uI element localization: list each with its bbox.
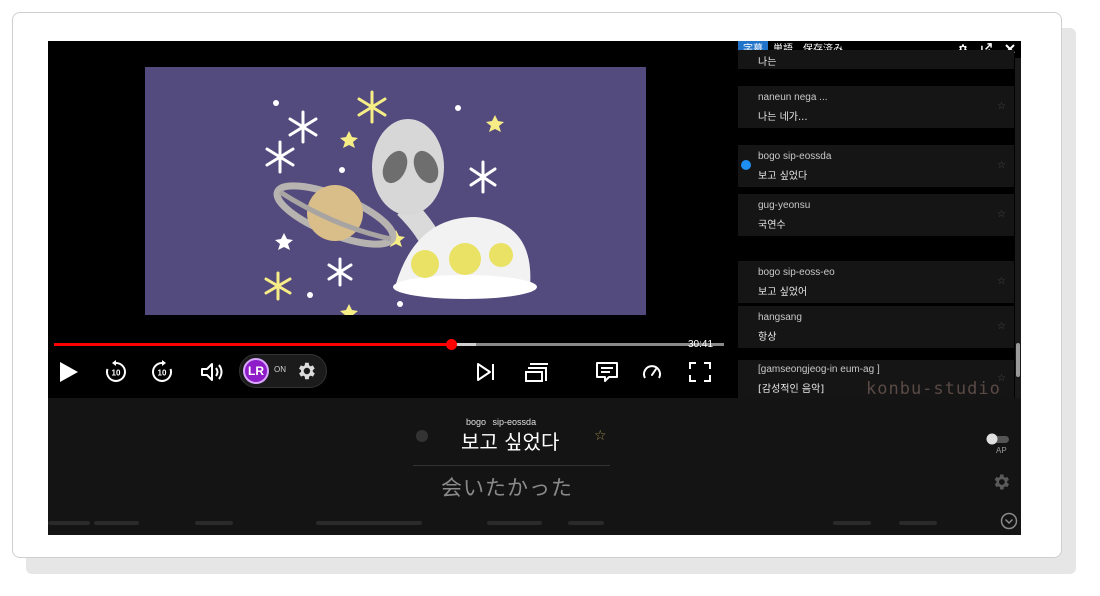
list-item-roman: [gamseongjeog-in eum-ag ] [758,364,880,375]
fullscreen-icon [689,362,711,382]
next-button[interactable] [473,359,499,385]
list-item-korean: 보고 싶었어 [758,287,808,298]
gear-icon [994,474,1009,490]
timeline-segment [568,521,604,525]
duration-label: 30:41 [688,339,714,350]
subtitles-button[interactable] [593,359,621,385]
skip-next-icon [477,363,494,381]
expand-button[interactable] [999,511,1019,531]
star-icon[interactable]: ☆ [997,101,1006,112]
subtitle-settings-button[interactable] [990,471,1012,493]
forward-10-icon: 10 [152,360,172,382]
panel-scrollbar-thumb[interactable] [1016,343,1020,377]
star-icon[interactable]: ☆ [997,160,1006,171]
queue-icon [525,363,548,382]
video-player: 30:41 10 10 LR ON 나는 naneun nega ... 나는 … [48,41,1021,535]
list-item-roman: hangsang [758,312,802,323]
list-item-korean: 항상 [758,332,777,343]
subtitles-icon [596,362,618,382]
list-item-korean: 보고 싶었다 [758,171,808,182]
list-item[interactable]: bogo sip-eoss-eo 보고 싶었어 ☆ [738,261,1014,303]
star-icon[interactable]: ☆ [997,321,1006,332]
current-translation[interactable]: 会いたかった [441,472,573,502]
rewind-10-button[interactable]: 10 [103,359,129,385]
list-item[interactable]: gug-yeonsu 국연수 ☆ [738,194,1014,236]
subtitle-display: bogo sip-eossda 보고 싶었다 ☆ 会いたかった [48,398,1021,535]
list-item-roman: bogo sip-eoss-eo [758,267,835,278]
video-illustration [264,90,537,315]
timeline-segment [487,521,542,525]
list-item[interactable]: naneun nega ... 나는 네가... ☆ [738,86,1014,128]
list-item[interactable]: 나는 [738,50,1014,69]
star-icon[interactable]: ☆ [997,209,1006,220]
progress-played [54,343,452,346]
list-item-korean: 나는 네가... [758,112,808,123]
play-line-icon[interactable] [416,430,428,442]
lr-on-label: ON [274,365,286,374]
chevron-down-icon [1000,512,1018,530]
timeline-segment [94,521,139,525]
list-item-roman: naneun nega ... [758,92,828,103]
subtitle-divider [413,465,610,466]
timeline-segment [195,521,233,525]
video-frame[interactable] [145,67,646,315]
star-icon[interactable]: ☆ [997,276,1006,287]
volume-button[interactable] [199,359,227,385]
playing-indicator-icon [741,160,751,170]
autoplay-label: AP [996,446,1007,455]
watermark: konbu-studio [866,379,1001,399]
svg-text:10: 10 [112,369,121,378]
list-item-roman: bogo sip-eossda [758,151,832,162]
list-item-korean: 국연수 [758,220,786,231]
autoplay-toggle[interactable] [986,430,1010,445]
speed-icon [643,365,661,379]
timeline-segment [899,521,937,525]
volume-icon [201,363,223,381]
subtitle-panel: 字幕 単語 保存済み 나는 naneun nega ... 나 [738,41,1021,398]
progress-bar[interactable] [54,339,724,350]
playlist-button[interactable] [523,359,551,385]
forward-10-button[interactable]: 10 [149,359,175,385]
star-icon[interactable]: ☆ [594,428,607,444]
fullscreen-button[interactable] [686,359,714,385]
progress-knob[interactable] [446,339,458,350]
list-item-current[interactable]: bogo sip-eossda 보고 싶었다 ☆ [738,145,1014,187]
toggle-switch-icon [986,433,1009,445]
subtitle-list: 나는 naneun nega ... 나는 네가... ☆ bogo sip-e… [738,50,1014,398]
current-subtitle[interactable]: 보고 싶었다 [461,426,559,455]
lr-badge: LR [243,358,269,384]
play-icon [60,362,78,382]
play-button[interactable] [56,359,82,385]
list-item-roman: gug-yeonsu [758,200,811,211]
list-item[interactable]: hangsang 항상 ☆ [738,306,1014,348]
timeline-segment [48,521,90,525]
playback-speed-button[interactable] [639,359,665,385]
timeline-segment [316,521,422,525]
svg-text:10: 10 [158,369,167,378]
panel-scrollbar[interactable] [1015,58,1021,398]
gear-icon [299,362,315,380]
replay-10-icon: 10 [106,360,126,382]
list-item-korean: [감성적인 음악] [758,384,825,395]
lr-settings-button[interactable] [295,360,317,386]
timeline-segment [833,521,871,525]
language-reactor-toggle[interactable]: LR ON [239,354,327,388]
list-item-korean: 나는 [758,57,777,68]
